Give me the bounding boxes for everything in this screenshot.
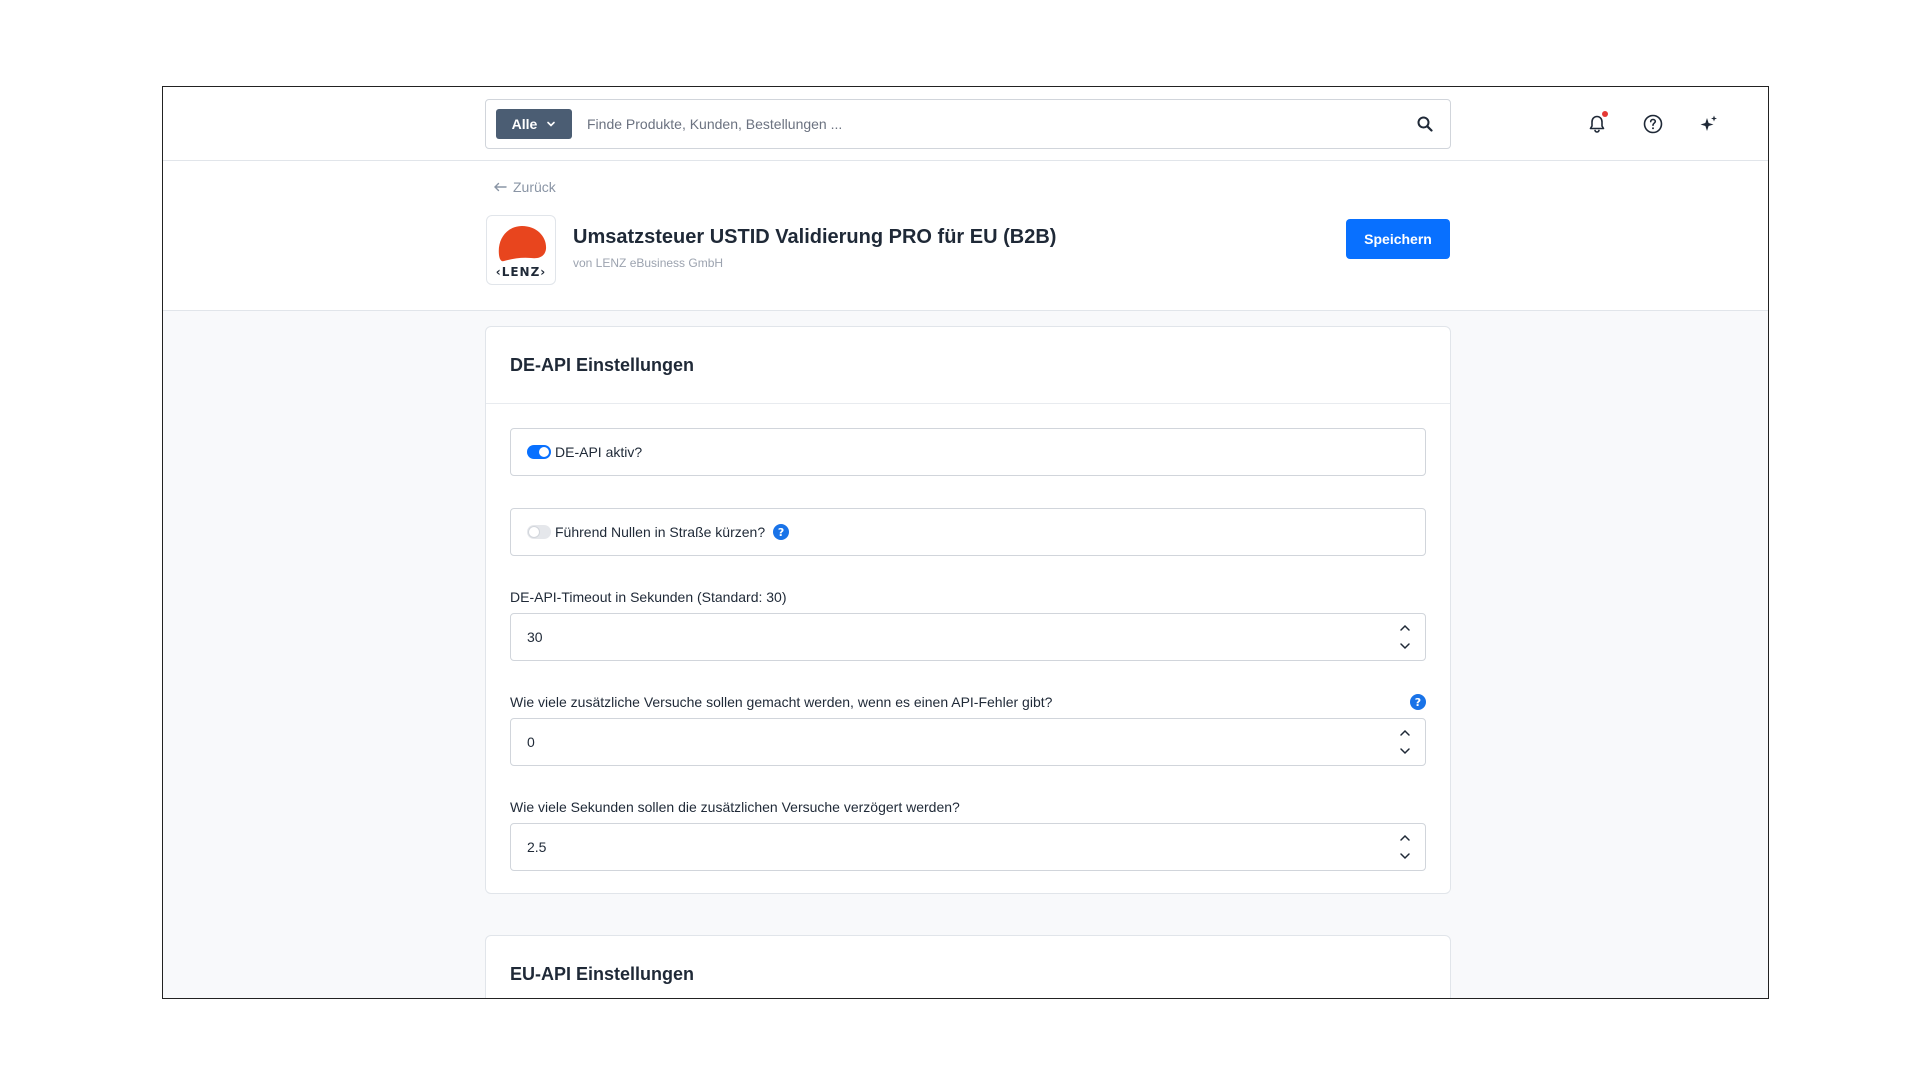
de-api-active-field: DE-API aktiv? bbox=[510, 428, 1426, 476]
ai-assistant-button[interactable] bbox=[1695, 110, 1723, 138]
arrow-left-icon bbox=[494, 182, 507, 192]
search-button[interactable] bbox=[1400, 100, 1450, 148]
delay-stepper bbox=[1385, 824, 1425, 870]
logo-text: ‹LENZ› bbox=[495, 265, 547, 279]
eu-api-settings-card: EU-API Einstellungen bbox=[485, 935, 1451, 998]
chevron-down-icon bbox=[1400, 748, 1410, 755]
chevron-down-icon bbox=[1400, 853, 1410, 860]
chevron-down-icon bbox=[547, 121, 556, 127]
sparkles-icon bbox=[1700, 115, 1717, 131]
card-title: DE-API Einstellungen bbox=[486, 327, 1450, 404]
app-window: Alle Finde Produkte, Kunden, Bestellunge… bbox=[162, 86, 1769, 999]
de-api-active-label: DE-API aktiv? bbox=[555, 444, 643, 460]
timeout-label: DE-API-Timeout in Sekunden (Standard: 30… bbox=[510, 589, 1426, 605]
increment-button[interactable] bbox=[1399, 832, 1411, 844]
increment-button[interactable] bbox=[1399, 622, 1411, 634]
retries-stepper bbox=[1385, 719, 1425, 765]
chevron-up-icon bbox=[1400, 624, 1410, 631]
delay-label: Wie viele Sekunden sollen die zusätzlich… bbox=[510, 799, 1426, 815]
chevron-up-icon bbox=[1400, 834, 1410, 841]
search-icon bbox=[1417, 116, 1433, 132]
trim-zeros-label: Führend Nullen in Straße kürzen? bbox=[555, 524, 766, 540]
search-type-label: Alle bbox=[511, 116, 538, 132]
notifications-button[interactable] bbox=[1583, 110, 1611, 138]
timeout-input[interactable] bbox=[527, 629, 1385, 645]
retries-field bbox=[510, 718, 1426, 766]
de-api-active-toggle[interactable] bbox=[527, 445, 551, 459]
decrement-button[interactable] bbox=[1399, 640, 1411, 652]
save-button[interactable]: Speichern bbox=[1346, 219, 1450, 259]
increment-button[interactable] bbox=[1399, 727, 1411, 739]
help-circle-icon bbox=[1643, 114, 1663, 134]
delay-label-text: Wie viele Sekunden sollen die zusätzlich… bbox=[510, 799, 960, 815]
card-title: EU-API Einstellungen bbox=[510, 964, 695, 984]
back-link[interactable]: Zurück bbox=[493, 179, 556, 195]
page-title: Umsatzsteuer USTID Validierung PRO für E… bbox=[573, 226, 1057, 248]
global-search: Alle bbox=[485, 99, 1451, 149]
delay-input[interactable] bbox=[527, 839, 1385, 855]
chevron-down-icon bbox=[1400, 643, 1410, 650]
retries-label-text: Wie viele zusätzliche Versuche sollen ge… bbox=[510, 694, 1053, 710]
decrement-button[interactable] bbox=[1399, 745, 1411, 757]
back-label: Zurück bbox=[513, 179, 556, 195]
page-subtitle: von LENZ eBusiness GmbH bbox=[573, 256, 724, 270]
top-bar: Alle bbox=[163, 87, 1768, 161]
plugin-logo: ‹LENZ› bbox=[486, 215, 556, 285]
plugin-header: Zurück ‹LENZ› Umsatzsteuer USTID Validie… bbox=[163, 161, 1768, 311]
timeout-stepper bbox=[1385, 614, 1425, 660]
timeout-label-text: DE-API-Timeout in Sekunden (Standard: 30… bbox=[510, 589, 787, 605]
trim-zeros-toggle[interactable] bbox=[527, 525, 551, 539]
retries-label: Wie viele zusätzliche Versuche sollen ge… bbox=[510, 694, 1426, 710]
delay-field bbox=[510, 823, 1426, 871]
search-input[interactable] bbox=[587, 116, 1400, 132]
timeout-field bbox=[510, 613, 1426, 661]
retries-input[interactable] bbox=[527, 734, 1385, 750]
help-button[interactable] bbox=[1639, 110, 1667, 138]
chevron-up-icon bbox=[1400, 729, 1410, 736]
decrement-button[interactable] bbox=[1399, 850, 1411, 862]
notification-dot bbox=[1602, 111, 1608, 117]
help-icon[interactable]: ? bbox=[1410, 694, 1426, 710]
search-type-dropdown[interactable]: Alle bbox=[496, 109, 572, 139]
trim-zeros-field: Führend Nullen in Straße kürzen? ? bbox=[510, 508, 1426, 556]
de-api-settings-card: DE-API Einstellungen DE-API aktiv? Führe… bbox=[485, 326, 1451, 894]
help-icon[interactable]: ? bbox=[773, 524, 790, 540]
